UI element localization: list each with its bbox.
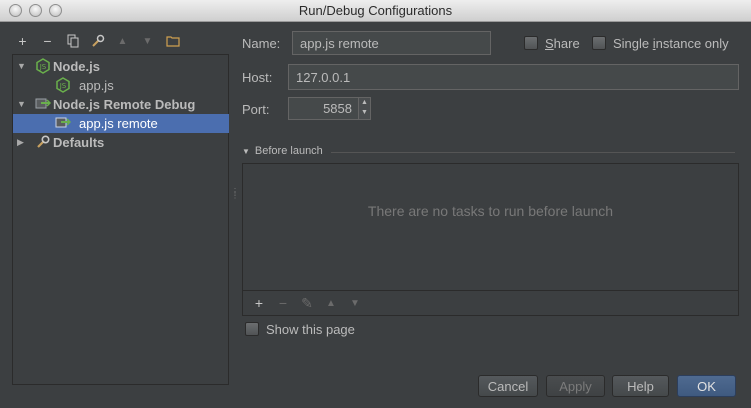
tree-item-label: Defaults [53, 135, 105, 150]
apply-button[interactable]: Apply [546, 375, 605, 397]
before-launch-header[interactable]: ▼ Before launch [242, 145, 323, 157]
port-field[interactable]: 5858 [288, 97, 359, 120]
before-launch-tasks[interactable]: There are no tasks to run before launch … [242, 163, 739, 316]
collapse-arrow-icon[interactable]: ▼ [242, 147, 250, 156]
plus-icon[interactable]: + [247, 292, 271, 314]
spinner-up-icon[interactable]: ▲ [361, 99, 368, 106]
host-field[interactable]: 127.0.0.1 [288, 64, 739, 90]
configurations-toolbar: + − ▲ ▼ [10, 30, 185, 52]
arrow-down-icon[interactable]: ▼ [343, 292, 367, 314]
svg-text:JS: JS [59, 82, 67, 90]
tree-item-app-js-remote[interactable]: app.js remote [13, 114, 229, 133]
show-this-page-label: Show this page [266, 322, 355, 337]
nodejs-icon: JS [55, 77, 71, 93]
expand-arrow-icon[interactable]: ▼ [17, 61, 27, 71]
empty-tasks-text: There are no tasks to run before launch [367, 203, 614, 219]
port-spinner[interactable]: ▲ ▼ [358, 97, 371, 120]
help-button[interactable]: Help [612, 375, 669, 397]
collapse-arrow-icon[interactable]: ▶ [17, 137, 27, 147]
configurations-panel: + − ▲ ▼ ▼ JS Node.js JS app.js ▼ Node.js… [0, 22, 236, 408]
spinner-down-icon[interactable]: ▼ [361, 109, 368, 116]
window-title: Run/Debug Configurations [298, 3, 453, 18]
tree-item-app-js[interactable]: JS app.js [13, 76, 229, 95]
wrench-icon[interactable] [85, 30, 110, 52]
minus-icon[interactable]: − [271, 292, 295, 314]
host-label: Host: [242, 70, 273, 85]
name-label: Name: [242, 36, 281, 51]
ok-button[interactable]: OK [677, 375, 736, 397]
name-field[interactable]: app.js remote [292, 31, 491, 55]
plus-icon[interactable]: + [10, 30, 35, 52]
svg-text:JS: JS [39, 63, 47, 71]
panel-splitter[interactable]: ⋮ ⋮ [231, 188, 239, 206]
nodejs-icon: JS [35, 58, 51, 74]
pencil-icon[interactable]: ✎ [295, 292, 319, 314]
tree-item-label: Node.js [53, 59, 100, 74]
arrow-up-icon[interactable]: ▲ [110, 30, 135, 52]
tree-item-label: app.js remote [79, 116, 158, 131]
before-launch-title: Before launch [254, 145, 323, 157]
copy-icon[interactable] [60, 30, 85, 52]
tasks-toolbar: + − ✎ ▲ ▼ [243, 290, 738, 315]
configurations-tree[interactable]: ▼ JS Node.js JS app.js ▼ Node.js Remote … [12, 54, 229, 385]
expand-arrow-icon[interactable]: ▼ [17, 99, 27, 109]
remote-debug-icon [35, 96, 52, 112]
tree-item-nodejs-remote-debug[interactable]: ▼ Node.js Remote Debug [13, 95, 229, 114]
remote-debug-icon [55, 115, 72, 131]
separator [331, 152, 735, 153]
arrow-up-icon[interactable]: ▲ [319, 292, 343, 314]
share-checkbox[interactable] [524, 36, 538, 50]
folder-icon[interactable] [160, 30, 185, 52]
wrench-icon [35, 134, 51, 150]
tree-item-label: Node.js Remote Debug [53, 97, 196, 112]
tree-item-defaults[interactable]: ▶ Defaults [13, 133, 229, 152]
minus-icon[interactable]: − [35, 30, 60, 52]
show-this-page-checkbox[interactable] [245, 322, 259, 336]
share-label: Share [545, 36, 580, 51]
tree-item-nodejs[interactable]: ▼ JS Node.js [13, 57, 229, 76]
title-bar: Run/Debug Configurations [0, 0, 751, 22]
cancel-button[interactable]: Cancel [478, 375, 538, 397]
single-instance-label: Single instance only [613, 36, 729, 51]
single-instance-checkbox[interactable] [592, 36, 606, 50]
tree-item-label: app.js [79, 78, 114, 93]
arrow-down-icon[interactable]: ▼ [135, 30, 160, 52]
port-label: Port: [242, 102, 270, 117]
